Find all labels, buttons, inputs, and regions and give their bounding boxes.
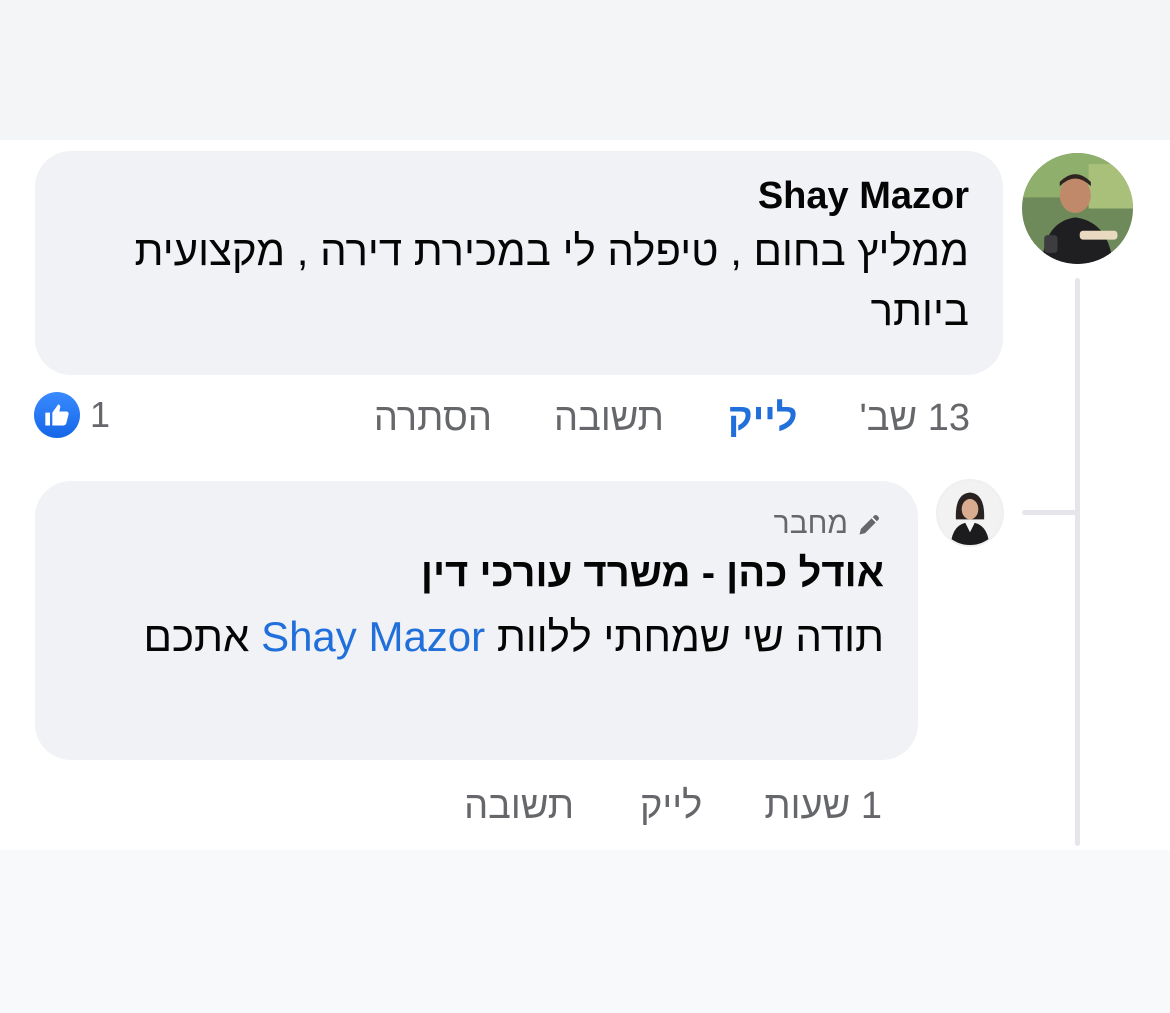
- reaction-summary[interactable]: 1: [34, 392, 110, 438]
- comment-author[interactable]: Shay Mazor: [65, 173, 969, 219]
- comment-actions: 13 שב' לייק תשובה הסתרה: [374, 392, 970, 444]
- reply-text: תודה שי שמחתי ללוות Shay Mazor אתכם: [65, 607, 884, 667]
- pencil-icon: [859, 515, 879, 535]
- avatar-photo: [1022, 153, 1133, 264]
- avatar-odel-cohen[interactable]: [936, 479, 1004, 547]
- thumbs-up-icon: [34, 392, 80, 438]
- reply-actions: 1 שעות לייק תשובה: [464, 780, 882, 832]
- reaction-count: 1: [90, 394, 111, 435]
- mention-link[interactable]: Shay Mazor: [261, 613, 485, 660]
- thread-line-horizontal: [1022, 510, 1078, 515]
- reply-like-button[interactable]: לייק: [640, 785, 702, 828]
- avatar-photo: [938, 481, 1002, 545]
- reply-text-suffix: אתכם: [143, 613, 250, 660]
- hide-button[interactable]: הסתרה: [374, 397, 492, 440]
- comment-bubble: Shay Mazor ממליץ בחום , טיפלה לי במכירת …: [35, 151, 1003, 375]
- comment-text: ממליץ בחום , טיפלה לי במכירת דירה , מקצו…: [134, 227, 969, 334]
- author-badge-label: מחבר: [773, 507, 848, 540]
- reply-bubble: מחבר אודל כהן - משרד עורכי דין תודה שי ש…: [35, 481, 918, 760]
- reply-text-prefix: תודה שי שמחתי ללוות: [496, 613, 884, 660]
- comment-timestamp[interactable]: 13 שב': [859, 397, 970, 440]
- thread-line-vertical: [1075, 278, 1080, 846]
- like-button[interactable]: לייק: [728, 397, 798, 440]
- reply-timestamp[interactable]: 1 שעות: [764, 785, 882, 828]
- avatar-shay-mazor[interactable]: [1020, 151, 1135, 266]
- reply-reply-button[interactable]: תשובה: [464, 785, 574, 828]
- author-badge: מחבר: [65, 505, 884, 543]
- reply-button[interactable]: תשובה: [554, 397, 664, 440]
- bottom-background: [0, 850, 1170, 1013]
- reply-author[interactable]: אודל כהן - משרד עורכי דין: [65, 549, 884, 597]
- top-background: [0, 0, 1170, 140]
